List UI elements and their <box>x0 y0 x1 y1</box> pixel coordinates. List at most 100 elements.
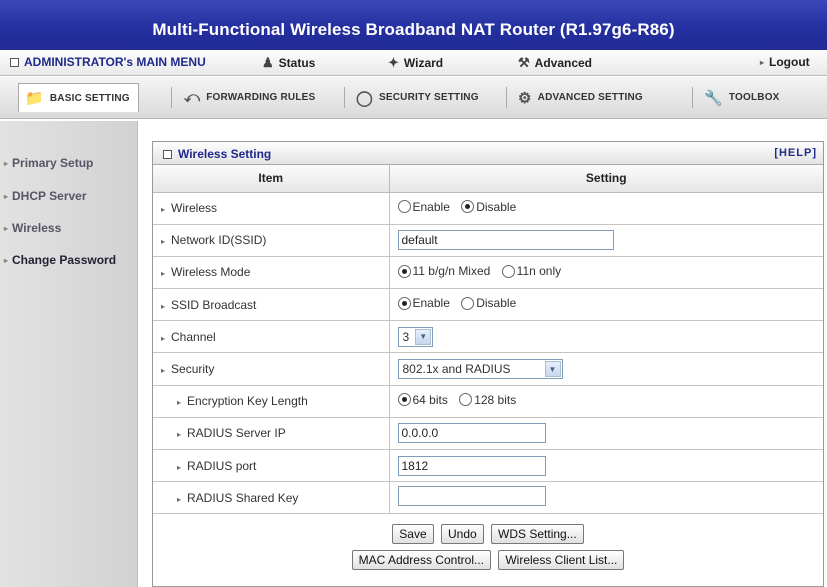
title-banner: Multi-Functional Wireless Broadband NAT … <box>0 0 827 50</box>
tab-forwarding-rules[interactable]: ⤺ FORWARDING RULES <box>178 83 323 112</box>
radius-key-input[interactable] <box>397 486 546 507</box>
sidebar-item-wireless[interactable]: ▸ Wireless <box>0 218 138 238</box>
mode-n-only-label: 11n only <box>516 264 562 279</box>
keylen-128-radio[interactable] <box>459 393 473 407</box>
col-setting-header: Setting <box>389 165 823 193</box>
tab-forwarding-label: FORWARDING RULES <box>206 92 316 103</box>
panel-square-icon <box>163 149 172 159</box>
row-setting-cell: 3 ▼ <box>389 320 823 354</box>
ssid-input[interactable]: default <box>397 230 614 251</box>
wds-setting-button[interactable]: WDS Setting... <box>491 524 584 545</box>
broadcast-disable-option[interactable]: Disable <box>461 296 516 310</box>
wizard-label: Wizard <box>403 56 444 70</box>
channel-value: 3 <box>402 329 410 344</box>
row-arrow-icon: ▸ <box>177 430 182 440</box>
radius-ip-label: RADIUS Server IP <box>187 426 286 441</box>
table-header-row: Item Setting <box>153 165 823 193</box>
wireless-label: Wireless <box>171 201 218 216</box>
tab-divider <box>344 87 345 108</box>
broadcast-disable-radio[interactable] <box>461 296 475 310</box>
chevron-down-icon[interactable]: ▼ <box>415 328 432 345</box>
help-link[interactable]: [HELP] <box>774 147 817 159</box>
mode-n-only-radio[interactable] <box>501 264 515 278</box>
tab-advanced-label: ADVANCED SETTING <box>537 92 643 103</box>
advanced-link[interactable]: ⚒ Advanced <box>518 55 592 71</box>
sidebar-item-label: Change Password <box>12 253 117 267</box>
row-wireless-mode: ▸ Wireless Mode 11 b/g/n Mixed 11n only <box>153 256 823 290</box>
sidebar-item-primary-setup[interactable]: ▸ Primary Setup <box>0 153 138 173</box>
keylen-128-label: 128 bits <box>474 392 517 407</box>
broadcast-enable-radio[interactable] <box>397 296 411 310</box>
admin-main-menu-label: ADMINISTRATOR's MAIN MENU <box>24 55 206 69</box>
row-label-cell: ▸ RADIUS Shared Key <box>153 481 390 515</box>
radius-ip-input[interactable]: 0.0.0.0 <box>397 423 546 444</box>
logout-arrow-icon: ▸ <box>760 57 765 67</box>
undo-button[interactable]: Undo <box>440 524 484 545</box>
tab-security-setting[interactable]: ◯ SECURITY SETTING <box>350 83 487 112</box>
row-security: ▸ Security 802.1x and RADIUS ▼ <box>153 352 823 386</box>
wireless-enable-label: Enable <box>412 199 450 214</box>
security-select[interactable]: 802.1x and RADIUS ▼ <box>397 359 563 380</box>
broadcast-enable-option[interactable]: Enable <box>397 296 450 310</box>
row-arrow-icon: ▸ <box>161 333 166 343</box>
mode-mixed-radio[interactable] <box>397 264 411 278</box>
advanced-gear-icon: ⚙ <box>518 89 532 107</box>
row-label-cell: ▸ Wireless <box>153 192 390 225</box>
tab-advanced-setting[interactable]: ⚙ ADVANCED SETTING <box>512 83 651 112</box>
tab-security-label: SECURITY SETTING <box>379 92 479 103</box>
row-setting-cell: Enable Disable <box>389 288 823 322</box>
security-ring-icon: ◯ <box>356 89 373 107</box>
wireless-disable-radio[interactable] <box>461 200 475 214</box>
security-value: 802.1x and RADIUS <box>402 362 511 377</box>
sidebar-arrow-icon: ▸ <box>4 255 9 265</box>
row-arrow-icon: ▸ <box>177 398 182 408</box>
row-ssid-broadcast: ▸ SSID Broadcast Enable Disable <box>153 288 823 322</box>
security-label: Security <box>171 362 215 377</box>
settings-table: Item Setting ▸ Wireless Enable Disable ▸ N… <box>153 165 823 515</box>
row-arrow-icon: ▸ <box>161 366 166 376</box>
mode-mixed-option[interactable]: 11 b/g/n Mixed <box>397 264 490 278</box>
row-setting-cell: 1812 <box>389 449 823 483</box>
keylen-128-option[interactable]: 128 bits <box>459 393 516 407</box>
keylen-label: Encryption Key Length <box>187 394 308 409</box>
advanced-tools-icon: ⚒ <box>518 55 530 70</box>
menu-square-icon <box>10 57 19 67</box>
wireless-setting-panel: Wireless Setting [HELP] Item Setting ▸ Wi… <box>152 141 824 587</box>
row-setting-cell: 11 b/g/n Mixed 11n only <box>389 256 823 290</box>
row-label-cell: ▸ Encryption Key Length <box>153 385 390 418</box>
sidebar-item-label: DHCP Server <box>12 189 87 203</box>
main-menu-bar: ADMINISTRATOR's MAIN MENU ♟ Status ✦ Wiz… <box>0 50 827 76</box>
wireless-disable-option[interactable]: Disable <box>461 200 516 214</box>
radius-port-input[interactable]: 1812 <box>397 455 546 476</box>
keylen-64-option[interactable]: 64 bits <box>397 392 448 407</box>
sidebar-item-change-password[interactable]: ▸ Change Password <box>0 250 138 270</box>
wireless-enable-option[interactable]: Enable <box>397 199 450 214</box>
wireless-enable-radio[interactable] <box>397 200 411 214</box>
admin-main-menu-link[interactable]: ADMINISTRATOR's MAIN MENU <box>10 55 206 69</box>
sidebar-item-dhcp-server[interactable]: ▸ DHCP Server <box>0 186 138 206</box>
wireless-client-list-button[interactable]: Wireless Client List... <box>498 550 625 571</box>
save-button[interactable]: Save <box>392 524 434 545</box>
channel-select[interactable]: 3 ▼ <box>397 326 434 347</box>
broadcast-disable-label: Disable <box>476 296 517 311</box>
row-label-cell: ▸ Channel <box>153 320 390 354</box>
chevron-down-icon[interactable]: ▼ <box>544 361 561 378</box>
status-link[interactable]: ♟ Status <box>262 55 315 71</box>
mode-n-only-option[interactable]: 11n only <box>501 264 562 279</box>
keylen-64-label: 64 bits <box>412 392 448 407</box>
tab-divider <box>506 87 507 108</box>
row-setting-cell: 0.0.0.0 <box>389 417 823 451</box>
folder-icon: 📁 <box>25 90 44 107</box>
logout-link[interactable]: ▸ Logout <box>760 55 810 69</box>
row-setting-cell: default <box>389 224 823 257</box>
mac-address-control-button[interactable]: MAC Address Control... <box>351 550 491 571</box>
row-label-cell: ▸ RADIUS port <box>153 449 390 483</box>
wireless-disable-label: Disable <box>476 199 517 214</box>
tab-divider <box>692 87 693 108</box>
wizard-link[interactable]: ✦ Wizard <box>388 55 443 71</box>
tab-toolbox[interactable]: 🔧 TOOLBOX <box>698 83 788 112</box>
keylen-64-radio[interactable] <box>397 393 411 407</box>
row-label-cell: ▸ Wireless Mode <box>153 256 390 290</box>
ssid-label: Network ID(SSID) <box>171 233 267 248</box>
tab-basic-setting[interactable]: 📁 BASIC SETTING <box>18 83 139 112</box>
